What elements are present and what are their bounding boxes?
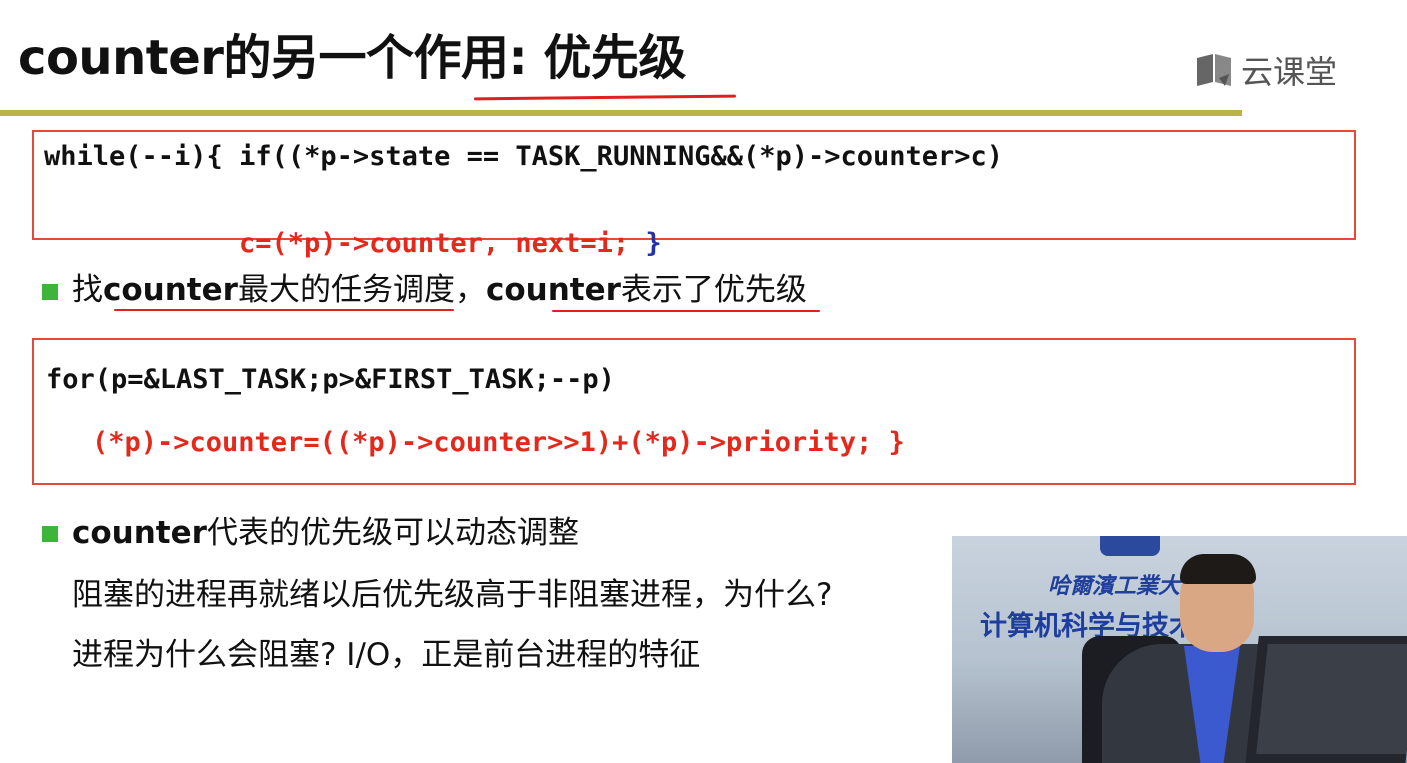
answer-text-io: 进程为什么会阻塞? I/O，正是前台进程的特征	[72, 637, 701, 673]
video-sign-university: 哈爾濱工業大	[1048, 573, 1181, 599]
code-line-for: for(p=&LAST_TASK;p>&FIRST_TASK;--p)	[46, 364, 615, 395]
title-highlight-underline	[473, 94, 737, 101]
book-icon	[1197, 54, 1231, 86]
lecturer-hair	[1180, 554, 1256, 584]
monitor-screen	[1256, 644, 1407, 754]
lecturer-video: 哈爾濱工業大 计算机科学与技术学院	[952, 536, 1407, 763]
text-fragment: 代表的优先级可以动态调整	[206, 515, 579, 551]
annotation-underline	[114, 309, 454, 311]
slide-title: counter的另一个作用: 优先级	[18, 30, 686, 86]
text-fragment: 最大的任务调度，	[237, 272, 486, 308]
annotation-underline	[552, 310, 820, 312]
bullet-text-find-max: 找counter最大的任务调度，counter表示了优先级	[72, 275, 807, 306]
question-text-blocked: 阻塞的进程再就绪以后优先级高于非阻塞进程，为什么?	[72, 577, 833, 613]
keyword-counter: counter	[103, 272, 238, 308]
text-fragment: 找	[72, 272, 103, 308]
code-closing-brace: }	[645, 228, 662, 259]
code-line-counter-formula: (*p)->counter=((*p)->counter>>1)+(*p)->p…	[92, 427, 905, 458]
keyword-counter: counter	[485, 272, 621, 308]
code-line-while: while(--i){ if((*p->state == TASK_RUNNIN…	[44, 141, 1004, 172]
brand-logo: 云课堂	[1195, 50, 1338, 91]
code-block-scheduler-loop: while(--i){ if((*p->state == TASK_RUNNIN…	[32, 130, 1356, 257]
code-block-counter-update: for(p=&LAST_TASK;p>&FIRST_TASK;--p) (*p)…	[32, 338, 1356, 485]
bullet-marker	[42, 526, 58, 542]
text-fragment: 表示了优先级	[620, 272, 807, 308]
bullet-marker	[42, 284, 58, 300]
header-divider	[0, 110, 1242, 116]
university-emblem	[1100, 536, 1160, 556]
code-assign-statement: c=(*p)->counter, next=i;	[239, 228, 646, 259]
brand-name: 云课堂	[1241, 53, 1338, 91]
keyword-counter: counter	[72, 515, 207, 551]
bullet-text-dynamic: counter代表的优先级可以动态调整	[72, 518, 579, 549]
